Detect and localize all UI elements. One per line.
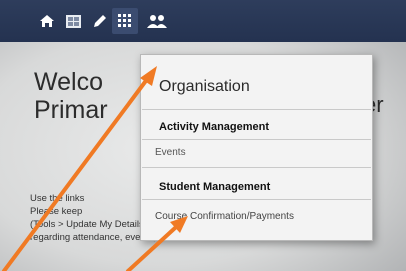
people-button[interactable]	[144, 8, 170, 34]
dropdown-title: Organisation	[159, 78, 250, 95]
home-button[interactable]	[34, 8, 60, 34]
home-icon	[40, 15, 54, 27]
menu-item-events[interactable]: Events	[155, 147, 186, 158]
divider	[142, 167, 371, 168]
organisation-dropdown: Organisation Activity Management Events …	[140, 54, 373, 241]
heading-line-2: Primar	[34, 96, 108, 124]
divider	[142, 109, 371, 110]
apps-icon	[118, 14, 131, 27]
section-student-management: Student Management	[159, 181, 271, 193]
welcome-heading: Welco Primar	[34, 68, 108, 124]
grid-icon	[65, 14, 81, 28]
heading-line-1: Welco	[34, 68, 104, 96]
edit-button[interactable]	[86, 8, 112, 34]
screen: Welco Primar er Use the links Please kee…	[0, 0, 406, 271]
divider	[142, 139, 371, 140]
section-activity-management: Activity Management	[159, 121, 270, 133]
dashboard-button[interactable]	[60, 8, 86, 34]
organisation-menu-button[interactable]	[112, 8, 138, 34]
divider	[142, 199, 371, 200]
users-icon	[147, 14, 167, 28]
menu-item-course-confirmation-payments[interactable]: Course Confirmation/Payments	[155, 211, 294, 222]
pencil-icon	[93, 14, 106, 27]
top-navbar	[0, 0, 406, 42]
